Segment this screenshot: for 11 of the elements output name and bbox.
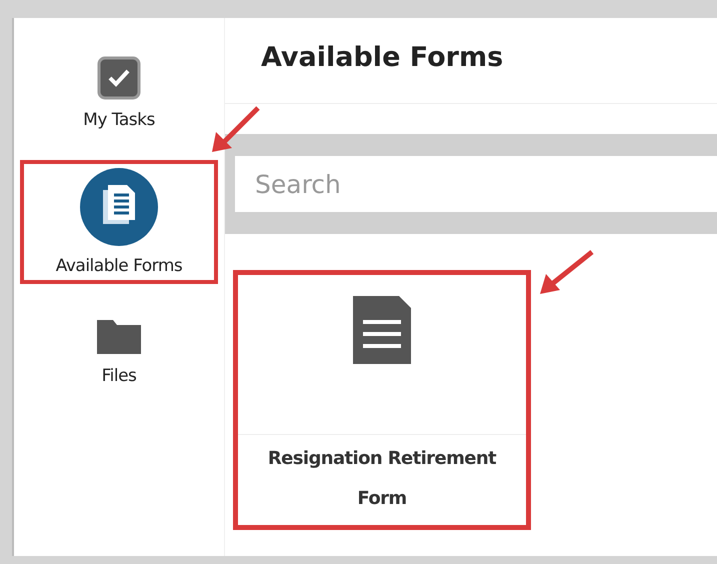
checkbox-icon bbox=[97, 56, 141, 100]
document-icon bbox=[353, 296, 411, 364]
sidebar-item[interactable]: My Tasks bbox=[20, 34, 218, 152]
form-card[interactable]: Resignation Retirement Form bbox=[233, 270, 531, 530]
sidebar-item[interactable]: Files bbox=[20, 292, 218, 410]
document-icon bbox=[80, 168, 158, 246]
page-title: Available Forms bbox=[225, 18, 717, 104]
search-field[interactable]: Search bbox=[235, 156, 717, 212]
sidebar-item[interactable]: Available Forms bbox=[20, 160, 218, 284]
annotation-arrow bbox=[540, 250, 594, 294]
annotation-arrow bbox=[212, 106, 260, 152]
